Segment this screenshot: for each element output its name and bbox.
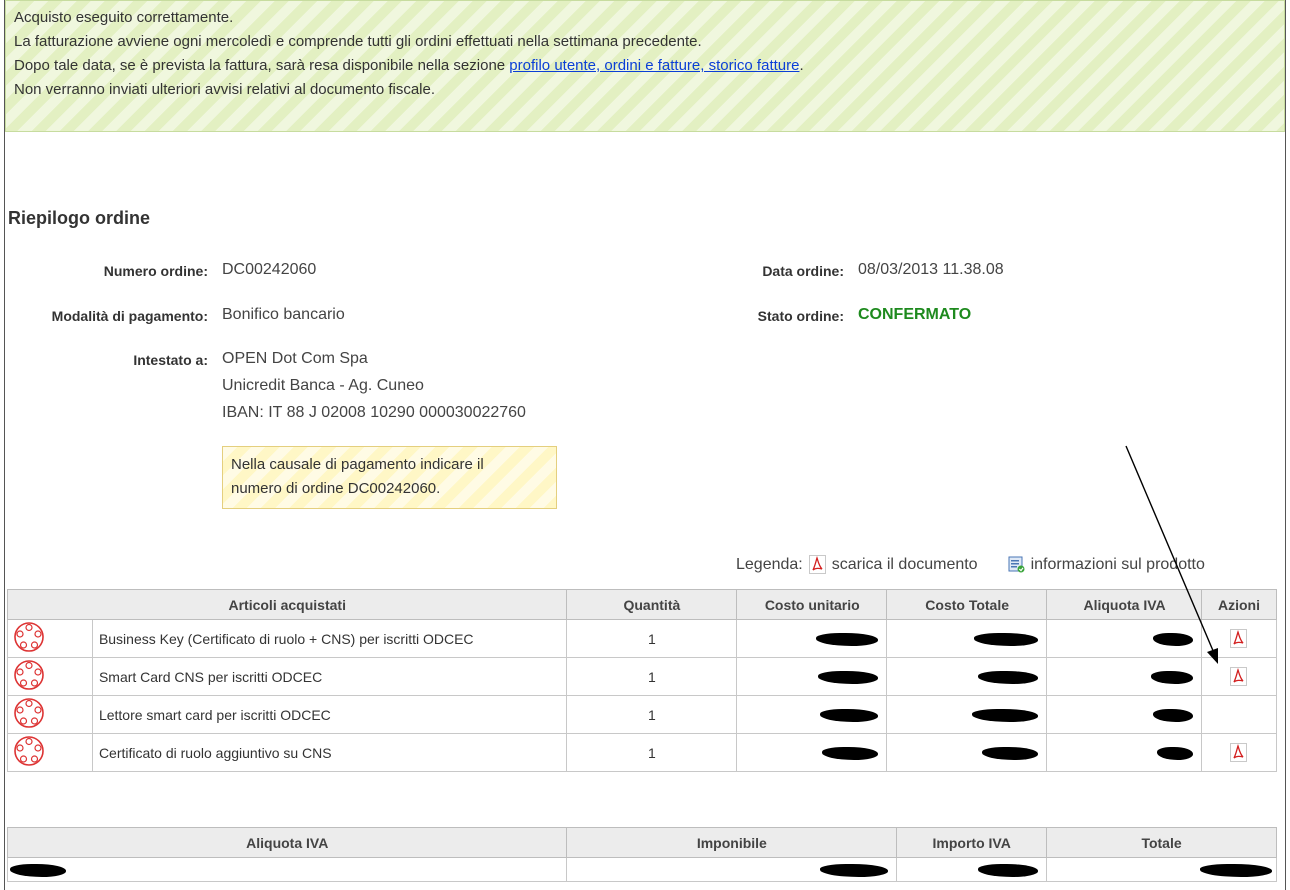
pdf-download-icon[interactable] [1230,743,1248,762]
col-header-total-cost: Costo Totale [886,589,1048,620]
item-vat-rate [1046,657,1202,696]
col-header-vat-rate-summary: Aliquota IVA [6,827,568,858]
legend-download-label: scarica il documento [831,555,978,573]
table-row: Certificato di ruolo aggiuntivo su CNS 1 [7,733,1278,772]
page-title: Riepilogo ordine [8,208,150,228]
pdf-icon [808,555,826,574]
payee-iban: IBAN: IT 88 J 02008 10290 000030022760 [222,404,526,421]
item-total-cost [886,619,1048,658]
payment-reason-note: Nella causale di pagamento indicare il n… [222,446,557,509]
item-name: Certificato di ruolo aggiuntivo su CNS [91,733,568,772]
payment-method-label: Modalità di pagamento: [51,308,208,324]
col-header-unit-cost: Costo unitario [736,589,888,620]
item-quantity: 1 [566,657,738,696]
table-row [6,857,1277,882]
banner-line-success: Acquisto eseguito correttamente. [14,9,234,26]
summary-vat-amount [896,857,1048,882]
payee-label: Intestato a: [133,352,208,368]
summary-vat-rate [6,857,568,882]
invoice-history-link[interactable]: profilo utente, ordini e fatture, storic… [509,57,799,74]
odcec-logo-icon [14,660,44,690]
col-header-vat-rate: Aliquota IVA [1046,589,1202,620]
order-status-value: CONFERMATO [858,306,972,323]
banner-line-invoice: Dopo tale data, se è prevista la fattura… [14,54,1276,78]
order-number-value: DC00242060 [222,261,317,278]
item-total-cost [886,695,1048,734]
banner-line-notice: Non verranno inviati ulteriori avvisi re… [14,81,436,98]
order-number-label: Numero ordine: [103,263,208,279]
payee-bank: Unicredit Banca - Ag. Cuneo [222,377,424,394]
odcec-logo-icon [14,622,44,652]
item-unit-cost [736,733,888,772]
pdf-download-icon[interactable] [1230,629,1248,648]
legend-info-label: informazioni sul prodotto [1030,555,1205,573]
item-thumbnail [7,657,93,696]
banner-line-billing: La fatturazione avviene ogni mercoledì e… [14,33,702,50]
item-unit-cost [736,695,888,734]
item-vat-rate [1046,695,1202,734]
col-header-actions: Azioni [1200,589,1278,620]
item-actions [1200,695,1278,734]
items-table: Articoli acquistati Quantità Costo unita… [6,589,1278,772]
item-name: Smart Card CNS per iscritti ODCEC [91,657,568,696]
payee-name: OPEN Dot Com Spa [222,350,368,367]
item-name: Lettore smart card per iscritti ODCEC [91,695,568,734]
item-total-cost [886,733,1048,772]
item-actions [1200,619,1278,658]
items-table-header: Articoli acquistati Quantità Costo unita… [6,589,1278,620]
item-thumbnail [7,733,93,772]
odcec-logo-icon [14,698,44,728]
payment-method-value: Bonifico bancario [222,306,345,323]
col-header-items: Articoli acquistati [6,589,568,620]
table-row: Smart Card CNS per iscritti ODCEC 1 [7,657,1278,696]
item-thumbnail [7,695,93,734]
col-header-total: Totale [1046,827,1277,858]
item-vat-rate [1046,619,1202,658]
item-actions [1200,733,1278,772]
item-quantity: 1 [566,733,738,772]
banner-line-invoice-suffix: . [799,57,804,74]
summary-total [1046,857,1277,882]
summary-taxable [566,857,898,882]
payment-note-line1: Nella causale di pagamento indicare il [231,456,484,473]
order-date-label: Data ordine: [762,263,844,279]
success-banner: Acquisto eseguito correttamente. La fatt… [5,0,1285,132]
pdf-download-icon[interactable] [1230,667,1248,686]
item-unit-cost [736,619,888,658]
item-actions [1200,657,1278,696]
product-info-icon [1008,556,1025,573]
col-header-quantity: Quantità [566,589,738,620]
item-thumbnail [7,619,93,658]
payment-note-line2: numero di ordine DC00242060. [231,480,441,497]
col-header-vat-amount: Importo IVA [896,827,1048,858]
table-row: Business Key (Certificato di ruolo + CNS… [7,619,1278,658]
legend-label: Legenda: [736,555,803,573]
order-date-value: 08/03/2013 11.38.08 [858,261,1004,278]
item-vat-rate [1046,733,1202,772]
item-name: Business Key (Certificato di ruolo + CNS… [91,619,568,658]
item-total-cost [886,657,1048,696]
banner-line-invoice-prefix: Dopo tale data, se è prevista la fattura… [14,57,510,74]
odcec-logo-icon [14,736,44,766]
legend: Legenda: scarica il documento informazio… [736,555,1205,574]
order-status-label: Stato ordine: [757,308,844,324]
item-quantity: 1 [566,695,738,734]
col-header-taxable: Imponibile [566,827,898,858]
table-row: Lettore smart card per iscritti ODCEC 1 [7,695,1278,734]
item-quantity: 1 [566,619,738,658]
vat-summary-header: Aliquota IVA Imponibile Importo IVA Tota… [6,827,1277,858]
item-unit-cost [736,657,888,696]
vat-summary-table: Aliquota IVA Imponibile Importo IVA Tota… [6,827,1277,882]
